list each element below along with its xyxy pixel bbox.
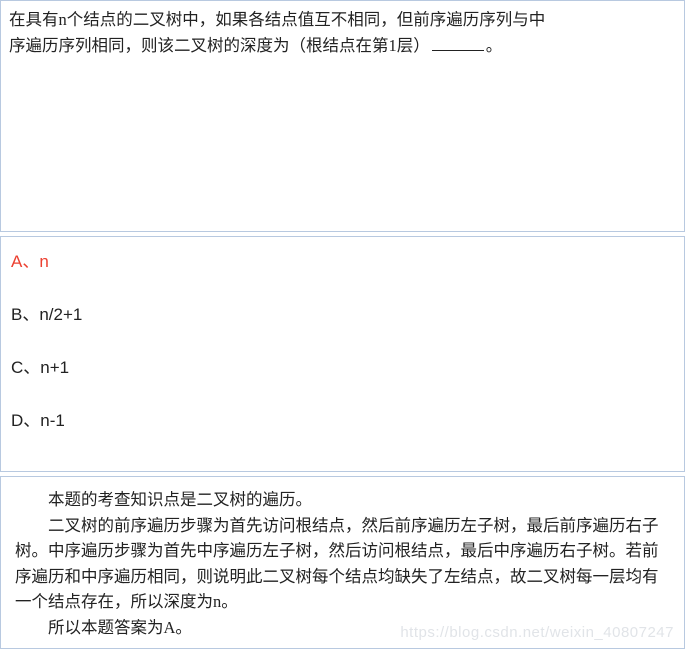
explanation-p1: 本题的考查知识点是二叉树的遍历。 [15,487,670,513]
question-text-line1: 在具有n个结点的二叉树中，如果各结点值互不相同，但前序遍历序列与中 [9,10,545,29]
question-text-line2-after: 。 [486,36,503,55]
explanation-p3: 所以本题答案为A。 [15,615,670,641]
option-b[interactable]: B、n/2+1 [11,300,674,325]
explanation-p2: 二叉树的前序遍历步骤为首先访问根结点，然后前序遍历左子树，最后前序遍历右子树。中… [15,513,670,615]
option-d[interactable]: D、n-1 [11,406,674,431]
options-panel: A、n B、n/2+1 C、n+1 D、n-1 [0,236,685,472]
question-text-line2-before: 序遍历序列相同，则该二叉树的深度为（根结点在第1层） [9,36,430,55]
option-a[interactable]: A、n [11,247,674,272]
option-c[interactable]: C、n+1 [11,353,674,378]
blank-underline [432,34,484,51]
question-panel: 在具有n个结点的二叉树中，如果各结点值互不相同，但前序遍历序列与中 序遍历序列相… [0,0,685,232]
explanation-panel: 本题的考查知识点是二叉树的遍历。 二叉树的前序遍历步骤为首先访问根结点，然后前序… [0,476,685,649]
